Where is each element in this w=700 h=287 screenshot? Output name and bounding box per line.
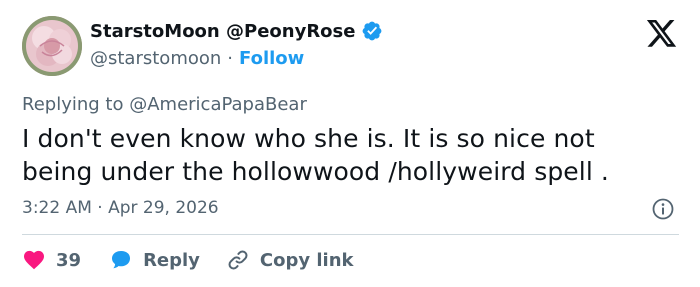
replying-to-line: Replying to @AmericaPapaBear [22, 94, 307, 115]
tweet-timestamp[interactable]: 3:22 AM · Apr 29, 2026 [22, 198, 219, 218]
follow-button[interactable]: Follow [239, 48, 304, 69]
avatar[interactable] [22, 16, 82, 76]
reply-button[interactable]: Reply [109, 248, 200, 272]
x-logo-icon[interactable] [646, 20, 678, 48]
link-icon [228, 250, 248, 270]
author-handle-row: @starstomoon · Follow [90, 48, 304, 69]
author-name-row: StarstoMoon @PeonyRose [90, 20, 383, 42]
reply-label: Reply [143, 249, 200, 271]
author-handle[interactable]: @starstomoon [90, 48, 221, 69]
copy-link-button[interactable]: Copy link [226, 248, 354, 272]
display-name[interactable]: StarstoMoon @PeonyRose [90, 21, 355, 42]
copy-link-label: Copy link [259, 249, 354, 271]
like-button[interactable]: 39 [22, 248, 81, 272]
peony-flower-image [22, 16, 82, 76]
replying-to-prefix: Replying to [22, 94, 124, 115]
reply-mention-link[interactable]: @AmericaPapaBear [129, 94, 307, 115]
separator-dot: · [227, 48, 234, 69]
speech-bubble-icon [112, 251, 131, 269]
divider [22, 234, 679, 235]
action-bar: 39 Reply Copy link [22, 246, 354, 274]
heart-icon [24, 250, 44, 270]
tweet-text: I don't even know who she is. It is so n… [22, 124, 609, 186]
verified-badge-icon [361, 20, 383, 42]
info-icon[interactable] [651, 197, 675, 221]
like-count: 39 [56, 249, 82, 271]
tweet-card: StarstoMoon @PeonyRose @starstomoon · Fo… [0, 0, 700, 287]
